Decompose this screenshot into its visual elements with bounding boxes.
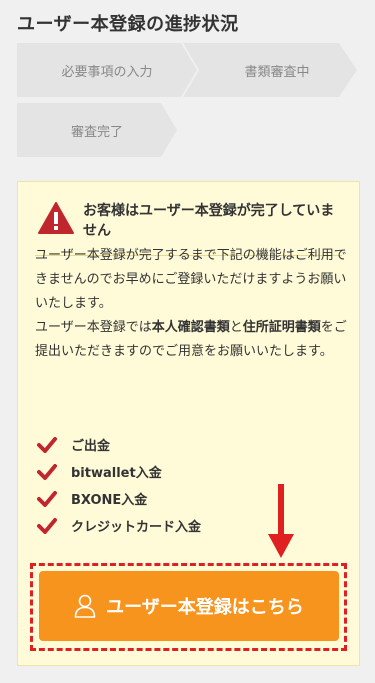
list-item: bitwallet入金 [37,458,337,485]
step-document-review: 書類審査中 [183,43,357,97]
user-icon [74,594,96,618]
step-review-complete: 審査完了 [17,103,177,157]
feature-label: クレジットカード入金 [71,520,202,535]
notice-header: お客様はユーザー本登録が完了していません [37,201,342,241]
down-arrow-icon [268,484,294,558]
register-button[interactable]: ユーザー本登録はこちら [39,571,339,641]
notice-paragraph-2: ユーザー本登録では本人確認書類と住所証明書類をご提出いただきますのでご用意をお願… [35,320,347,359]
check-icon [37,490,57,507]
notice-body: ユーザー本登録が完了するまで下記の機能はご利用できませんのでお早めにご登録いただ… [35,244,347,364]
feature-label: BXONE入金 [71,493,148,508]
feature-label: bitwallet入金 [71,466,162,481]
page-title: ユーザー本登録の進捗状況 [17,14,239,35]
notice-title: お客様はユーザー本登録が完了していません [83,203,335,239]
id-document-emphasis: 本人確認書類 [151,320,230,335]
list-item: ご出金 [37,431,337,458]
check-icon [37,517,57,534]
feature-label: ご出金 [71,439,111,454]
notice-paragraph-1: ユーザー本登録が完了するまで下記の機能はご利用できませんのでお早めにご登録いただ… [35,248,347,311]
warning-icon [38,202,74,234]
progress-steps: 必要事項の入力 書類審査中 審査完了 [17,43,357,161]
address-proof-emphasis: 住所証明書類 [242,320,321,335]
register-button-label: ユーザー本登録はこちら [106,597,304,617]
step-input-required: 必要事項の入力 [17,43,197,97]
check-icon [37,436,57,453]
check-icon [37,463,57,480]
